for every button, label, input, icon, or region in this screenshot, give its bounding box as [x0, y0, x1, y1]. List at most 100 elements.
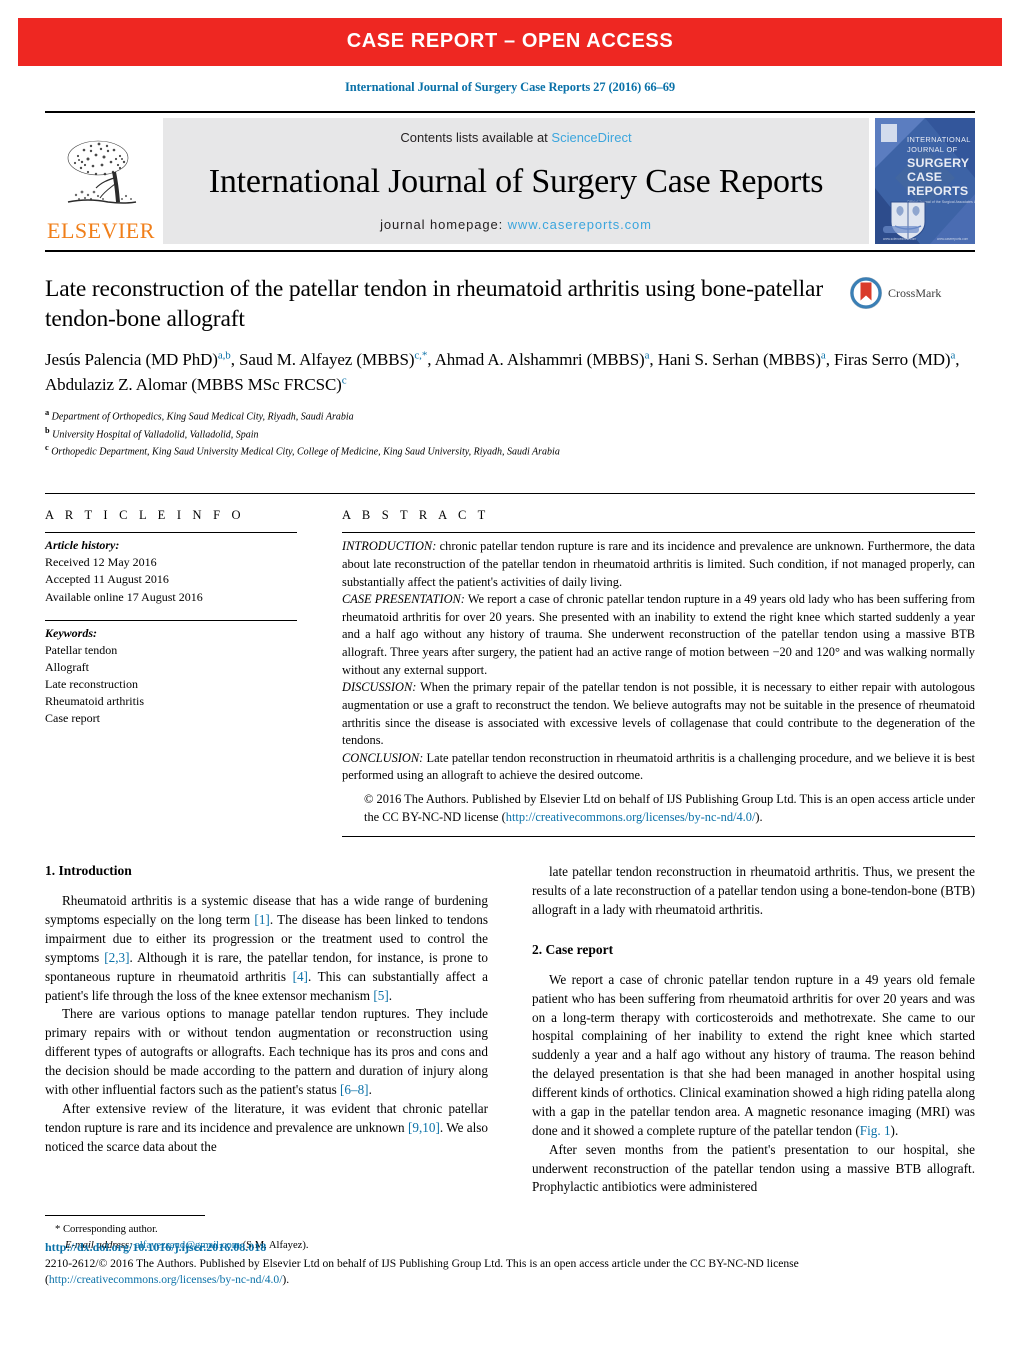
affiliation-mark: a	[45, 408, 50, 418]
introduction-paragraphs: Rheumatoid arthritis is a systemic disea…	[45, 892, 488, 1156]
article-history-block: Article history: Received 12 May 2016 Acc…	[45, 533, 297, 605]
homepage-prefix: journal homepage:	[380, 217, 508, 232]
elsevier-wordmark: ELSEVIER	[47, 218, 155, 243]
article-info-heading: A R T I C L E I N F O	[45, 508, 245, 523]
affiliation-item: b University Hospital of Valladolid, Val…	[45, 425, 259, 441]
open-access-banner: CASE REPORT – OPEN ACCESS	[18, 18, 1002, 66]
body-columns: 1. Introduction Rheumatoid arthritis is …	[45, 863, 975, 1197]
introduction-continued-paragraph: late patellar tendon reconstruction in r…	[532, 864, 975, 917]
keywords-items: Patellar tendon Allograft Late reconstruct…	[45, 642, 297, 727]
keyword-item: Late reconstruction	[45, 676, 138, 691]
journal-homepage-line: journal homepage: www.casereports.com	[380, 217, 652, 232]
svg-text:CASE: CASE	[907, 170, 942, 184]
footnote-corresponding-label: Corresponding author.	[62, 1224, 158, 1236]
homepage-url-link[interactable]: www.casereports.com	[508, 217, 652, 232]
citation-reference-link[interactable]: [4]	[293, 969, 308, 984]
svg-text:JOURNAL OF: JOURNAL OF	[907, 145, 958, 154]
article-history-items: Received 12 May 2016 Accepted 11 August 2…	[45, 554, 297, 605]
figure-reference-link[interactable]: Fig. 1	[860, 1123, 891, 1138]
journal-masthead: ELSEVIER Contents lists available at Sci…	[45, 111, 975, 244]
author-affiliation-mark: a,b	[217, 349, 231, 362]
keyword-item: Case report	[45, 710, 100, 725]
author-list: Jesús Palencia (MD PhD)a,b, Saud M. Alfa…	[45, 349, 960, 394]
body-paragraph: We report a case of chronic patellar ten…	[532, 971, 975, 1138]
body-paragraph: After extensive review of the literature…	[45, 1100, 488, 1154]
journal-cover-thumbnail: INTERNATIONAL JOURNAL OF SURGERY CASE RE…	[875, 118, 975, 244]
license-link-part1[interactable]: http://	[49, 1273, 77, 1286]
citation-reference-link[interactable]: [5]	[373, 988, 388, 1003]
author-affiliation-mark: a	[820, 349, 826, 362]
author-name: Jesús Palencia (MD PhD)	[45, 350, 218, 370]
contents-lists-line: Contents lists available at ScienceDirec…	[400, 130, 631, 145]
masthead-bottom-rule	[45, 250, 975, 252]
section-heading-case-report: 2. Case report	[532, 941, 614, 957]
journal-cover-image: INTERNATIONAL JOURNAL OF SURGERY CASE RE…	[875, 118, 975, 244]
body-right-column: late patellar tendon reconstruction in r…	[532, 863, 975, 1197]
affiliation-mark: b	[45, 425, 50, 435]
abstract-heading: A B S T R A C T	[342, 508, 490, 523]
abstract-copyright: © 2016 The Authors. Published by Elsevie…	[364, 791, 975, 824]
bottom-copyright-suffix: ).	[282, 1272, 290, 1286]
abstract-section: CONCLUSION: Late patellar tendon reconst…	[342, 750, 975, 783]
crossmark-label: CrossMark	[888, 285, 942, 300]
affiliation-item: a Department of Orthopedics, King Saud M…	[45, 408, 354, 423]
svg-text:www.casereports.com: www.casereports.com	[937, 237, 969, 241]
abstract-section-label: CONCLUSION:	[342, 750, 424, 765]
body-paragraph: After seven months from the patient's pr…	[532, 1141, 975, 1195]
body-paragraph: Rheumatoid arthritis is a systemic disea…	[45, 893, 488, 1003]
case-report-paragraphs: We report a case of chronic patellar ten…	[532, 971, 975, 1198]
body-left-column: 1. Introduction Rheumatoid arthritis is …	[45, 863, 488, 1197]
keyword-item: Rheumatoid arthritis	[45, 693, 144, 708]
abstract-license-link[interactable]: http://creativecommons.org/licenses/by-n…	[506, 810, 756, 824]
abstract-section: DISCUSSION: When the primary repair of t…	[342, 680, 975, 748]
elsevier-logo: ELSEVIER	[45, 118, 157, 244]
keyword-item: Patellar tendon	[45, 642, 118, 657]
doi-link[interactable]: http://dx.doi.org/10.1016/j.ijscr.2016.0…	[45, 1240, 975, 1255]
svg-text:INTERNATIONAL: INTERNATIONAL	[907, 135, 971, 144]
footnote-rule	[45, 1215, 205, 1217]
citation-reference-link[interactable]: [9,10]	[408, 1120, 440, 1135]
article-history-item: Accepted 11 August 2016	[45, 572, 169, 587]
svg-text:SURGERY: SURGERY	[907, 156, 970, 170]
author-name: Abdulaziz Z. Alomar (MBBS MSc FRCSC)	[45, 374, 342, 394]
article-history-label: Article history:	[45, 538, 120, 553]
affiliation-item: c Orthopedic Department, King Saud Unive…	[45, 443, 560, 458]
title-block: CrossMark Late reconstruction of the pat…	[45, 274, 975, 459]
author-affiliation-mark: c,*	[414, 349, 428, 362]
journal-header-box: Contents lists available at ScienceDirec…	[163, 118, 869, 244]
keywords-wrapper: Keywords: Patellar tendon Allograft Late r…	[45, 606, 297, 727]
keywords-label: Keywords:	[45, 625, 97, 640]
author-name: Ahmad A. Alshammri (MBBS)	[434, 350, 645, 370]
article-info-column: A R T I C L E I N F O Article history: R…	[45, 508, 297, 837]
keywords-block: Keywords: Patellar tendon Allograft Late r…	[45, 621, 297, 727]
page-title: Late reconstruction of the patellar tend…	[45, 276, 823, 333]
sciencedirect-link[interactable]: ScienceDirect	[551, 130, 631, 145]
author-name: Hani S. Serhan (MBBS)	[657, 350, 821, 370]
citation-reference-link[interactable]: [1]	[254, 912, 269, 927]
citation-reference-link[interactable]: [2,3]	[104, 950, 129, 965]
author-name: Saud M. Alfayez (MBBS)	[239, 350, 415, 370]
abstract-section-label: CASE PRESENTATION:	[342, 592, 465, 607]
abstract-body: INTRODUCTION: chronic patellar tendon ru…	[342, 533, 975, 826]
affiliation-mark: c	[45, 443, 49, 453]
license-link-part2[interactable]: creativecommons.org/licenses/by-nc-nd/4.…	[77, 1273, 283, 1286]
svg-text:REPORTS: REPORTS	[907, 184, 968, 198]
affiliation-list: a Department of Orthopedics, King Saud M…	[45, 407, 975, 459]
bottom-copyright-block: http://dx.doi.org/10.1016/j.ijscr.2016.0…	[45, 1240, 975, 1287]
citation-reference-link[interactable]: [6–8]	[340, 1082, 369, 1097]
abstract-section-label: DISCUSSION:	[342, 680, 417, 695]
journal-title: International Journal of Surgery Case Re…	[208, 163, 824, 200]
footnote-star: *	[55, 1224, 61, 1236]
svg-text:www.sciencedirect.com: www.sciencedirect.com	[883, 237, 916, 241]
keyword-item: Allograft	[45, 659, 89, 674]
author-affiliation-mark: c	[341, 374, 347, 387]
abstract-bottom-rule	[342, 836, 975, 838]
running-head-citation: International Journal of Surgery Case Re…	[345, 80, 675, 94]
author-affiliation-mark: a	[950, 349, 956, 362]
footnote-corresponding-line: * Corresponding author.	[55, 1222, 455, 1238]
section-heading-introduction: 1. Introduction	[45, 863, 132, 879]
crossmark-badge[interactable]: CrossMark	[849, 276, 975, 310]
crossmark-icon	[850, 277, 882, 309]
abstract-section: CASE PRESENTATION: We report a case of c…	[342, 592, 975, 677]
abstract-column: A B S T R A C T INTRODUCTION: chronic pa…	[297, 508, 975, 838]
